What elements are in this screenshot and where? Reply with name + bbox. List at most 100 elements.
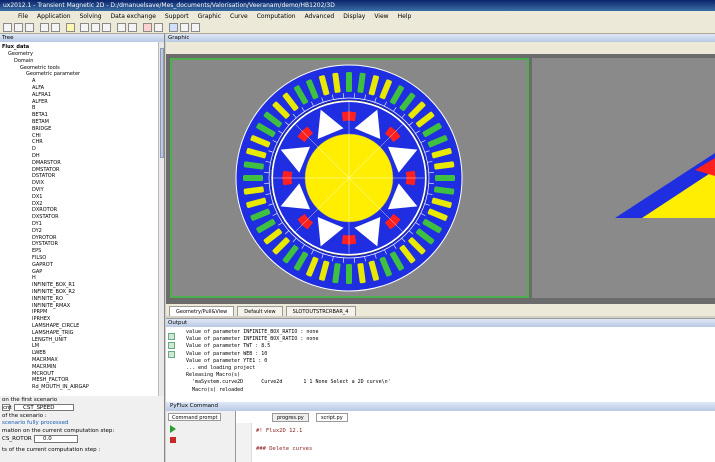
run-icon[interactable] — [170, 425, 176, 433]
tree-item[interactable]: DH — [32, 153, 40, 159]
tree-item[interactable]: CHI — [32, 133, 41, 139]
menu-file[interactable]: File — [18, 13, 28, 20]
tree-item[interactable]: DXROTOR — [32, 207, 57, 213]
mesh-icon[interactable] — [117, 23, 126, 32]
tree-item[interactable]: IPRPM — [32, 309, 47, 315]
tree-item[interactable]: BETAM — [32, 119, 49, 125]
tree-item[interactable]: LM — [32, 343, 39, 349]
postprocess-icon[interactable] — [180, 23, 189, 32]
tab-script-py[interactable]: script.py — [316, 413, 348, 422]
clear-output-icon[interactable] — [168, 333, 175, 340]
tree-item[interactable]: MESH_FACTOR — [32, 377, 69, 383]
tree-scrollbar[interactable] — [158, 42, 164, 396]
region-icon[interactable] — [128, 23, 137, 32]
scenario-field-1-value[interactable]: CST_SPEED — [14, 404, 74, 411]
tree-root[interactable]: Flux_data — [2, 44, 29, 50]
tree-item[interactable]: DVIX — [32, 180, 44, 186]
curve-icon[interactable] — [191, 23, 200, 32]
tree-item[interactable]: DYSTATOR — [32, 241, 58, 247]
tree-item[interactable]: DY2 — [32, 228, 42, 234]
home-icon[interactable] — [66, 23, 75, 32]
tab-default-view[interactable]: Default view — [237, 306, 283, 316]
scenario-field-2-value[interactable]: 0.0 — [34, 435, 78, 443]
tree-item[interactable]: Geometric tools — [20, 65, 60, 71]
tree-item[interactable]: GAP — [32, 269, 42, 275]
save-icon[interactable] — [25, 23, 34, 32]
tree-item[interactable]: INFINITE_RO — [32, 296, 63, 302]
stop-icon[interactable] — [170, 437, 176, 443]
point-icon[interactable] — [80, 23, 89, 32]
tree-item[interactable]: DY1 — [32, 221, 42, 227]
tree-item[interactable]: DSTATOR — [32, 173, 55, 179]
tree-item[interactable]: FILSO — [32, 255, 46, 261]
tree-scroll-thumb[interactable] — [160, 48, 164, 158]
material-icon[interactable] — [143, 23, 152, 32]
filter-output-icon[interactable] — [168, 351, 175, 358]
tree-item[interactable]: DXSTATOR — [32, 214, 59, 220]
solve-icon[interactable] — [169, 23, 178, 32]
tab-command-prompt[interactable]: Command prompt — [168, 413, 222, 421]
tree-item[interactable]: INFINITE_RMAX — [32, 303, 70, 309]
secondary-view[interactable] — [532, 58, 715, 298]
tab-geometry-pullview[interactable]: Geometry/Pull&View — [169, 306, 235, 316]
save-output-icon[interactable] — [168, 342, 175, 349]
new-icon[interactable] — [3, 23, 12, 32]
undo-icon[interactable] — [40, 23, 49, 32]
tree-item[interactable]: BETA1 — [32, 112, 48, 118]
menu-help[interactable]: Help — [398, 13, 412, 20]
tree-item[interactable]: IPRHEX — [32, 316, 50, 322]
tree-item[interactable]: LAMSHAPE_CIRCLE — [32, 323, 79, 329]
menu-advanced[interactable]: Advanced — [305, 13, 335, 20]
geometry-view[interactable] — [170, 58, 529, 298]
menu-computation[interactable]: Computation — [257, 13, 296, 20]
tree-item[interactable]: EPS — [32, 248, 41, 254]
menu-application[interactable]: Application — [37, 13, 71, 20]
tree-item[interactable]: DVIY — [32, 187, 44, 193]
tree-item[interactable]: DX2 — [32, 201, 42, 207]
tree-item[interactable]: DMSTATOR — [32, 167, 60, 173]
tree-item[interactable]: LENGTH_UNIT — [32, 337, 67, 343]
tree-item[interactable]: Domain — [14, 58, 33, 64]
tree-item[interactable]: A — [32, 78, 35, 84]
menu-data-exchange[interactable]: Data exchange — [111, 13, 156, 20]
tree-item[interactable]: MACRMAX — [32, 357, 58, 363]
tree-item[interactable]: MCROUT — [32, 371, 54, 377]
tree-item[interactable]: Geometry — [8, 51, 33, 57]
tree-item[interactable]: DX1 — [32, 194, 42, 200]
line-icon[interactable] — [91, 23, 100, 32]
tree-item[interactable]: INFINITE_BOX_R1 — [32, 282, 75, 288]
tree-item[interactable]: CHR — [32, 139, 43, 145]
tree-item[interactable]: ALFER — [32, 99, 48, 105]
menu-graphic[interactable]: Graphic — [198, 13, 221, 20]
tree-item[interactable]: D — [32, 146, 36, 152]
tab-progres-py[interactable]: progres.py — [272, 413, 309, 422]
tree-item[interactable]: DYROTOR — [32, 235, 57, 241]
menu-view[interactable]: View — [374, 13, 388, 20]
circuit-icon[interactable] — [154, 23, 163, 32]
face-icon[interactable] — [102, 23, 111, 32]
menu-curve[interactable]: Curve — [230, 13, 248, 20]
code-area[interactable]: #! Flux2D 12.1 ### Delete curves — [236, 423, 715, 462]
motor-cross-section — [235, 64, 463, 292]
tree-item[interactable]: H — [32, 275, 36, 281]
tree-item[interactable]: INFINITE_BOX_R2 — [32, 289, 75, 295]
tree-item[interactable]: MACRMIN — [32, 364, 56, 370]
tree-item[interactable]: DMARSTOR — [32, 160, 61, 166]
open-icon[interactable] — [14, 23, 23, 32]
menu-support[interactable]: Support — [165, 13, 189, 20]
tree-item[interactable]: ALFA — [32, 85, 44, 91]
redo-icon[interactable] — [51, 23, 60, 32]
menu-display[interactable]: Display — [343, 13, 365, 20]
tree-item[interactable]: Geometric parameter — [26, 71, 80, 77]
tab-slot-view[interactable]: SLOTOUTSTRCRBAR_4 — [285, 306, 356, 316]
line-gutter — [236, 423, 252, 462]
tree-item[interactable]: LAMSHAPE_TRIG — [32, 330, 74, 336]
tree-item[interactable]: GAPROT — [32, 262, 53, 268]
menu-solving[interactable]: Solving — [80, 13, 102, 20]
output-line: Value of parameter WEB : 10 — [186, 350, 268, 357]
tree-item[interactable]: Rd_MOUTH_IN_AIRGAP — [32, 384, 89, 390]
tree-item[interactable]: LWEB — [32, 350, 46, 356]
tree-item[interactable]: B — [32, 105, 35, 111]
tree-item[interactable]: BRIDGE — [32, 126, 51, 132]
tree-item[interactable]: ALFRA1 — [32, 92, 51, 98]
